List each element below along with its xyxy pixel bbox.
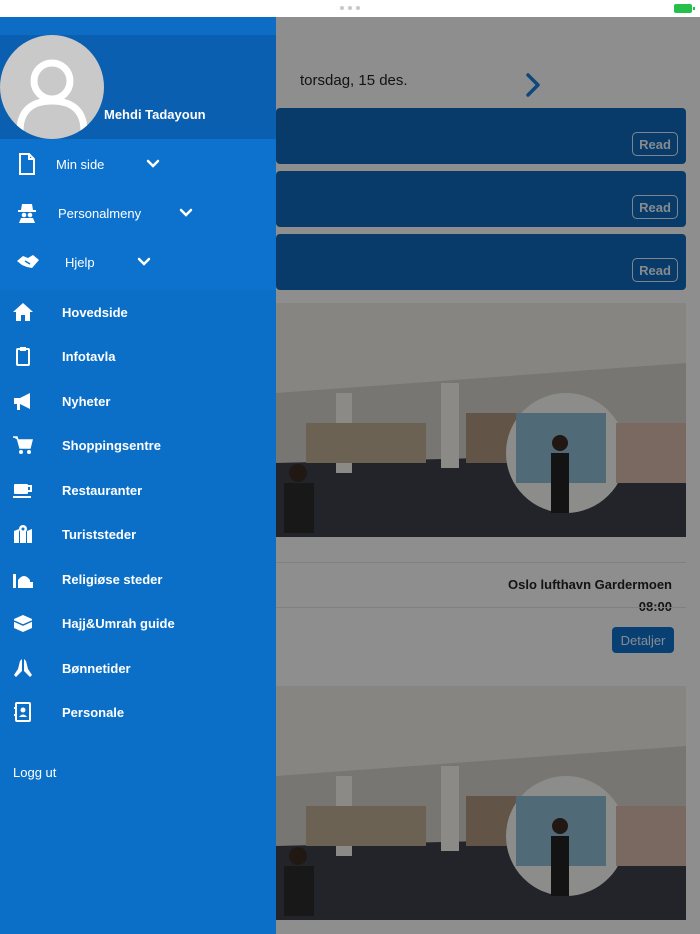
menu-item-shoppingsentre[interactable]: Shoppingsentre [0, 423, 276, 467]
kaaba-icon [13, 615, 33, 632]
menu-group-label: Min side [56, 157, 105, 172]
drawer-header-strip [0, 17, 276, 35]
chevron-down-icon[interactable] [137, 257, 151, 267]
menu-item-label: Shoppingsentre [62, 438, 161, 453]
menu-group-label: Hjelp [65, 255, 95, 270]
mosque-icon [13, 574, 33, 588]
menu-item-label: Nyheter [62, 394, 111, 409]
profile-header[interactable]: Mehdi Tadayoun [0, 35, 276, 139]
menu-item-personale[interactable]: Personale [0, 690, 276, 734]
menu-item-label: Bønnetider [62, 661, 131, 676]
menu-item-label: Restauranter [62, 483, 143, 498]
handshake-icon [17, 255, 39, 268]
contact-book-icon [14, 702, 31, 722]
menu-group-label: Personalmeny [58, 206, 142, 221]
menu-item-hovedside[interactable]: Hovedside [0, 290, 276, 334]
user-icon [16, 59, 88, 132]
menu-group-personalmeny[interactable]: Personalmeny [0, 190, 276, 239]
battery-charging-icon [674, 4, 695, 13]
menu-item-label: Personale [62, 705, 125, 720]
menu-item-nyheter[interactable]: Nyheter [0, 379, 276, 423]
spy-icon [18, 204, 36, 223]
menu-item-label: Infotavla [62, 349, 116, 364]
status-bar [0, 0, 700, 17]
menu-item-label: Turiststeder [62, 527, 137, 542]
menu-item-infotavla[interactable]: Infotavla [0, 334, 276, 378]
menu-group-min-side[interactable]: Min side [0, 141, 276, 190]
megaphone-icon [14, 393, 30, 410]
menu-item-restauranter[interactable]: Restauranter [0, 468, 276, 512]
cart-icon [13, 436, 33, 454]
file-icon [19, 153, 35, 175]
menu-item-label: Hajj&Umrah guide [62, 616, 175, 631]
menu-item-hajj-umrah-guide[interactable]: Hajj&Umrah guide [0, 601, 276, 645]
chevron-down-icon[interactable] [179, 208, 193, 218]
praying-hands-icon [14, 659, 32, 677]
menu-item-label: Hovedside [62, 305, 128, 320]
coffee-icon [13, 484, 32, 498]
menu-item-label: Religiøse steder [62, 572, 163, 587]
menu-item-bonnetider[interactable]: Bønnetider [0, 646, 276, 690]
user-name: Mehdi Tadayoun [104, 107, 206, 122]
menu-item-turiststeder[interactable]: Turiststeder [0, 512, 276, 556]
clipboard-icon [16, 347, 30, 366]
logout-link[interactable]: Logg ut [13, 765, 56, 780]
side-drawer: Mehdi Tadayoun Min side Personalmeny Hje… [0, 17, 276, 934]
map-icon [14, 525, 32, 543]
multitask-dots [340, 6, 360, 10]
menu-group-hjelp[interactable]: Hjelp [0, 239, 276, 288]
avatar[interactable] [0, 35, 104, 139]
menu-item-religiose-steder[interactable]: Religiøse steder [0, 557, 276, 601]
home-icon [13, 303, 33, 321]
chevron-down-icon[interactable] [146, 159, 160, 169]
